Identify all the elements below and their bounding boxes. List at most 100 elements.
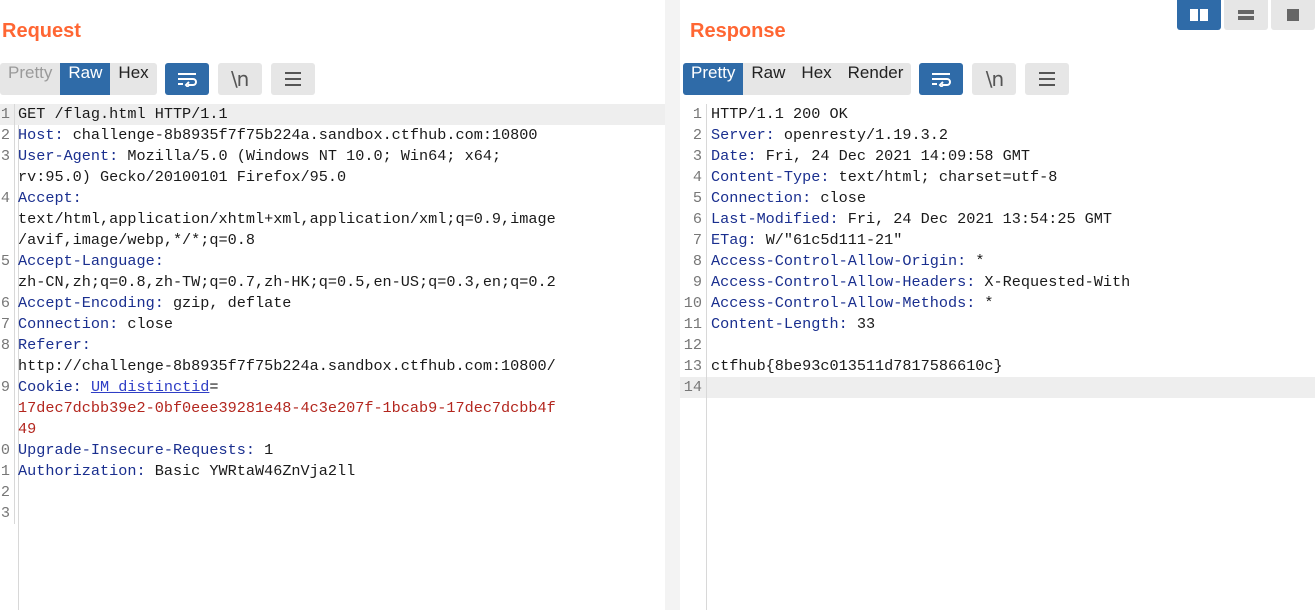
line-number: 4: [0, 189, 10, 207]
editor-line: 9 Access-Control-Allow-Headers: X-Request…: [680, 272, 1315, 293]
header-name: Content-Type:: [711, 168, 830, 186]
editor-line: 2 Server: openresty/1.19.3.2: [680, 125, 1315, 146]
cookie-name: UM_distinctid: [90, 378, 210, 396]
line-number: [0, 272, 14, 293]
code-text: Connection: close: [706, 188, 1315, 209]
editor-line: 11 Content-Length: 33: [680, 314, 1315, 335]
response-tab-render[interactable]: Render: [840, 63, 912, 95]
request-tab-hex[interactable]: Hex: [110, 63, 156, 95]
response-tab-raw[interactable]: Raw: [743, 63, 793, 95]
code-text: Content-Type: text/html; charset=utf-8: [706, 167, 1315, 188]
editor-line: 9 Cookie: UM_distinctid=: [0, 377, 665, 398]
header-value: rv:95.0) Gecko/20100101 Firefox/95.0: [18, 168, 347, 186]
editor-line: 10 Access-Control-Allow-Methods: *: [680, 293, 1315, 314]
response-wrap-button[interactable]: [919, 63, 964, 95]
response-tab-hex[interactable]: Hex: [793, 63, 839, 95]
editor-line: 8 Referer:: [0, 335, 665, 356]
header-value: /avif,image/webp,*/*;q=0.8: [18, 231, 255, 249]
code-text: Accept-Encoding: gzip, deflate: [14, 293, 665, 314]
header-name: Authorization:: [18, 462, 146, 480]
line-number: [0, 419, 14, 440]
header-name: Date:: [711, 147, 757, 165]
editor-line: 49: [0, 419, 665, 440]
header-value: =: [209, 378, 219, 396]
header-value: zh-CN,zh;q=0.8,zh-TW;q=0.7,zh-HK;q=0.5,e…: [18, 273, 556, 291]
code-text: Upgrade-Insecure-Requests: 1: [14, 440, 665, 461]
header-name: Connection:: [18, 315, 119, 333]
request-tab-raw[interactable]: Raw: [60, 63, 111, 95]
code-text: GET /flag.html HTTP/1.1: [14, 104, 665, 125]
editor-line: 4 Accept:: [0, 188, 665, 209]
response-menu-button[interactable]: [1025, 63, 1070, 95]
line-number: 7: [0, 315, 10, 333]
editor-line: 6 Last-Modified: Fri, 24 Dec 2021 13:54:2…: [680, 209, 1315, 230]
hamburger-menu-icon: [284, 72, 301, 86]
header-name: Accept:: [18, 189, 82, 207]
request-newline-button[interactable]: \n: [217, 63, 262, 95]
header-name: Accept-Language:: [18, 252, 164, 270]
line-number: 6: [692, 210, 702, 228]
editor-line: rv:95.0) Gecko/20100101 Firefox/95.0: [0, 167, 665, 188]
panel-divider[interactable]: [665, 0, 680, 610]
layout-single-button[interactable]: [1271, 0, 1315, 30]
editor-line: 4 Content-Type: text/html; charset=utf-8: [680, 167, 1315, 188]
split-columns-icon: [1190, 9, 1208, 21]
cookie-value: 17dec7dcbb39e2-0bf0eee39281e48-4c3e207f-…: [18, 399, 556, 417]
header-name: User-Agent:: [18, 147, 119, 165]
editor-line: 12: [680, 335, 1315, 356]
line-number: 13: [683, 357, 702, 375]
header-value: 33: [847, 315, 876, 333]
header-value: 1: [254, 441, 274, 459]
request-menu-button[interactable]: [270, 63, 315, 95]
header-value: *: [966, 252, 985, 270]
editor-line: 1 GET /flag.html HTTP/1.1: [0, 104, 665, 125]
header-value: Basic YWRtaW46ZnVja2ll: [145, 462, 356, 480]
header-value: W/"61c5d111-21": [756, 231, 903, 249]
line-number: 11: [683, 315, 702, 333]
line-number: 9: [0, 378, 10, 396]
layout-rows-button[interactable]: [1224, 0, 1268, 30]
code-text: ETag: W/"61c5d111-21": [706, 230, 1315, 251]
editor-line: http://challenge-8b8935f7f75b224a.sandbo…: [0, 356, 665, 377]
code-text: rv:95.0) Gecko/20100101 Firefox/95.0: [14, 167, 665, 188]
response-editor[interactable]: 1 HTTP/1.1 200 OK 2 Server: openresty/1.19.…: [680, 104, 1315, 610]
code-text: /avif,image/webp,*/*;q=0.8: [14, 230, 665, 251]
code-text: 17dec7dcbb39e2-0bf0eee39281e48-4c3e207f-…: [14, 398, 665, 419]
editor-line: 0 Upgrade-Insecure-Requests: 1: [0, 440, 665, 461]
code-text: 49: [14, 419, 665, 440]
single-pane-icon: [1287, 9, 1299, 21]
response-title: Response: [690, 20, 786, 42]
line-number: 0: [0, 441, 10, 459]
show-newlines-icon: \n: [985, 67, 1004, 91]
response-tab-pretty[interactable]: Pretty: [683, 63, 744, 95]
header-value: http://challenge-8b8935f7f75b224a.sandbo…: [18, 357, 556, 375]
code-text: Date: Fri, 24 Dec 2021 14:09:58 GMT: [706, 146, 1315, 167]
request-wrap-button[interactable]: [164, 63, 209, 95]
editor-line: 3 Date: Fri, 24 Dec 2021 14:09:58 GMT: [680, 146, 1315, 167]
header-name: Upgrade-Insecure-Requests:: [18, 441, 255, 459]
request-editor[interactable]: 1 GET /flag.html HTTP/1.1 2 Host: challenge…: [0, 104, 665, 610]
request-panel: Request Pretty Raw Hex \n 1 GET /flag.ht…: [0, 0, 665, 610]
layout-switcher: [1177, 0, 1315, 30]
header-name: Accept-Encoding:: [18, 294, 164, 312]
header-value: Fri, 24 Dec 2021 13:54:25 GMT: [838, 210, 1113, 228]
header-value: ctfhub{8be93c013511d7817586610c}: [711, 357, 1003, 375]
code-text: HTTP/1.1 200 OK: [706, 104, 1315, 125]
line-number: 2: [0, 126, 10, 144]
header-name: Host:: [18, 126, 64, 144]
request-tab-pretty[interactable]: Pretty: [0, 63, 60, 95]
header-name: Access-Control-Allow-Methods:: [711, 294, 976, 312]
header-name: Cookie:: [18, 378, 82, 396]
layout-split-button[interactable]: [1177, 0, 1221, 30]
response-newline-button[interactable]: \n: [972, 63, 1017, 95]
editor-line: 1 Authorization: Basic YWRtaW46ZnVja2ll: [0, 461, 665, 482]
header-name: ETag:: [711, 231, 757, 249]
editor-line: 7 ETag: W/"61c5d111-21": [680, 230, 1315, 251]
code-text: Accept:: [14, 188, 665, 209]
request-toolbar: Pretty Raw Hex \n: [0, 63, 315, 95]
header-value: HTTP/1.1 200 OK: [711, 105, 848, 123]
line-number: 3: [0, 504, 10, 522]
header-value: text/html; charset=utf-8: [829, 168, 1058, 186]
line-number: 3: [0, 147, 10, 165]
code-text: [14, 503, 665, 524]
